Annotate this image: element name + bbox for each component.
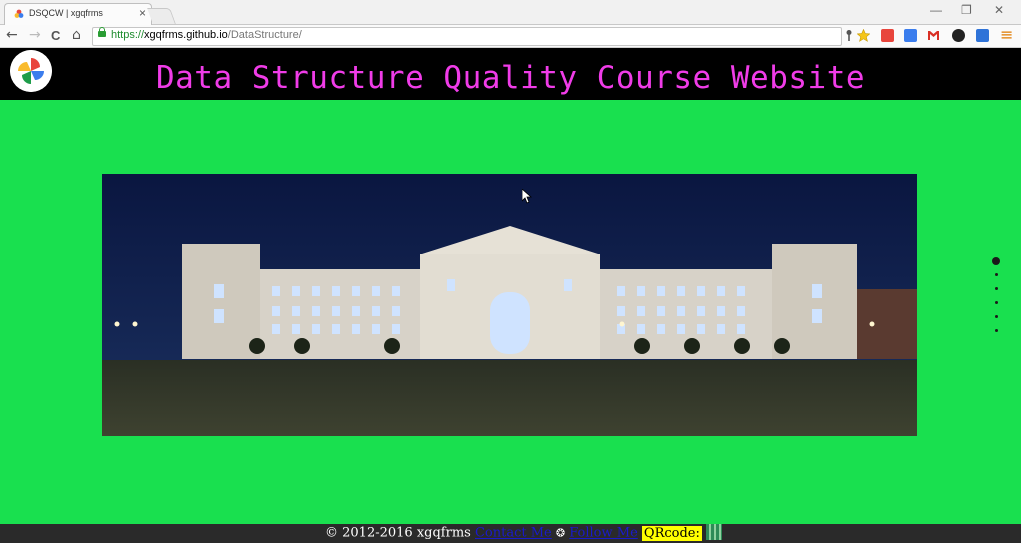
key-icon[interactable]	[843, 29, 856, 42]
site-favicon-icon	[14, 9, 24, 18]
contact-link[interactable]: Contact Me	[475, 526, 552, 541]
address-bar[interactable]: https://xgqfrms.github.io/DataStructure/	[92, 27, 842, 46]
carousel-dot[interactable]	[994, 329, 998, 332]
carousel-dot[interactable]	[992, 257, 1000, 265]
address-bar-url: https://xgqfrms.github.io/DataStructure/	[111, 29, 302, 41]
blue-extension-icon[interactable]	[976, 29, 989, 42]
home-icon[interactable]: ⌂	[72, 27, 81, 43]
star-icon[interactable]	[857, 29, 870, 42]
window-close-icon[interactable]: ✕	[994, 3, 1004, 17]
tab-close-icon[interactable]: ×	[139, 6, 146, 20]
follow-globe-icon: ❂	[555, 526, 566, 540]
gmail-icon[interactable]	[927, 29, 940, 42]
reload-icon[interactable]: C	[51, 28, 60, 43]
qr-code-icon[interactable]	[706, 524, 723, 540]
carousel-dot[interactable]	[994, 287, 998, 290]
new-tab-button[interactable]	[147, 8, 176, 24]
main-content	[0, 100, 1021, 524]
carousel-dot[interactable]	[994, 301, 998, 304]
carousel-slide-image[interactable]	[102, 174, 917, 436]
campus-building-photo	[102, 174, 917, 436]
forward-icon[interactable]: →	[29, 27, 41, 43]
carousel-dot[interactable]	[994, 315, 998, 318]
page-title: Data Structure Quality Course Website	[155, 60, 866, 96]
carousel-pagination	[991, 257, 1001, 343]
browser-tabstrip: DSQCW | xgqfrms × — ❐ ✕	[0, 0, 1021, 25]
site-footer: © 2012-2016 xgqfrms Contact Me ❂ Follow …	[0, 524, 1021, 543]
translate-icon[interactable]	[904, 29, 917, 42]
qr-label: QRcode:	[641, 525, 702, 541]
minimize-icon[interactable]: —	[930, 3, 942, 17]
red-extension-icon[interactable]	[881, 29, 894, 42]
menu-icon[interactable]: ≡	[1000, 25, 1013, 44]
copyright-text: © 2012-2016 xgqfrms	[325, 525, 471, 541]
carousel-dot[interactable]	[994, 273, 998, 276]
mouse-cursor-icon	[522, 189, 532, 204]
back-icon[interactable]: ←	[6, 27, 18, 43]
dark-circle-icon[interactable]	[952, 29, 965, 42]
follow-link[interactable]: Follow Me	[569, 526, 638, 541]
browser-toolbar: ← → C ⌂ https://xgqfrms.github.io/DataSt…	[0, 25, 1021, 48]
tab-title: DSQCW | xgqfrms	[29, 8, 103, 18]
browser-tab[interactable]: DSQCW | xgqfrms ×	[4, 3, 152, 25]
lock-icon	[98, 27, 106, 37]
site-header: Data Structure Quality Course Website	[0, 48, 1021, 100]
restore-icon[interactable]: ❐	[961, 3, 972, 17]
